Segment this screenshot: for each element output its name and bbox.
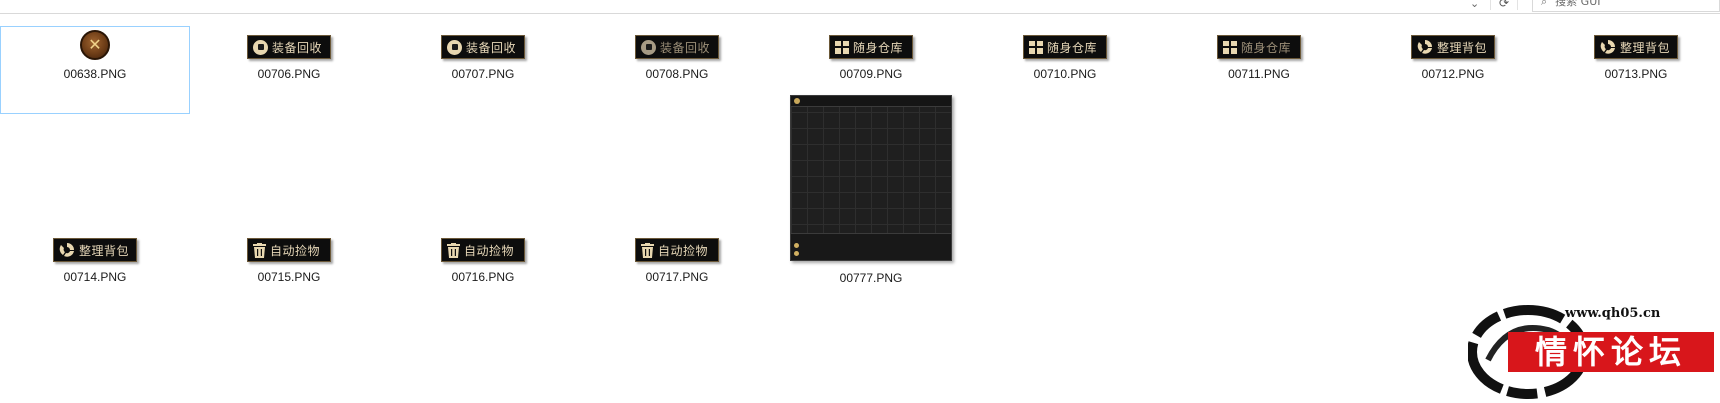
button-thumbnail: 整理背包 <box>1411 35 1495 59</box>
file-item[interactable]: 装备回收 00708.PNG <box>582 26 772 114</box>
button-thumbnail-label: 整理背包 <box>79 243 130 258</box>
button-thumbnail: 整理背包 <box>53 238 137 262</box>
square-icon <box>641 39 656 55</box>
file-name: 00706.PNG <box>257 67 321 81</box>
panel-thumbnail <box>790 95 952 261</box>
gift-icon <box>1029 40 1043 54</box>
square-icon <box>253 39 268 55</box>
search-input[interactable]: ⌕ 搜索 GUI <box>1532 0 1720 12</box>
button-thumbnail: 装备回收 <box>441 35 525 59</box>
button-thumbnail: 整理背包 <box>1594 35 1678 59</box>
trash-icon <box>447 242 460 258</box>
button-thumbnail: 装备回收 <box>247 35 331 59</box>
button-thumbnail: 随身仓库 <box>1217 35 1301 59</box>
emblem-thumbnail: ✕ <box>80 30 110 60</box>
recycle-icon <box>59 242 75 258</box>
file-item[interactable]: 整理背包 00712.PNG <box>1358 26 1548 114</box>
file-item[interactable]: 整理背包 00714.PNG <box>0 229 190 317</box>
recycle-icon <box>1600 39 1616 55</box>
file-name: 00710.PNG <box>1033 67 1097 81</box>
button-thumbnail: 自动捡物 <box>635 238 719 262</box>
file-name: 00713.PNG <box>1604 67 1668 81</box>
file-item[interactable]: 自动捡物 00715.PNG <box>194 229 384 317</box>
file-item[interactable]: 整理背包 00713.PNG <box>1552 26 1720 114</box>
file-item[interactable]: 随身仓库 00710.PNG <box>970 26 1160 114</box>
button-thumbnail-label: 随身仓库 <box>853 40 904 55</box>
coin-icon <box>794 243 799 248</box>
button-thumbnail-label: 自动捡物 <box>464 243 515 258</box>
button-thumbnail: 自动捡物 <box>247 238 331 262</box>
file-name: 00717.PNG <box>645 270 709 284</box>
button-thumbnail: 自动捡物 <box>441 238 525 262</box>
gift-icon <box>1223 40 1237 54</box>
button-thumbnail-label: 自动捡物 <box>658 243 709 258</box>
file-item[interactable]: 自动捡物 00717.PNG <box>582 229 772 317</box>
button-thumbnail: 随身仓库 <box>829 35 913 59</box>
file-name: 00715.PNG <box>257 270 321 284</box>
file-item[interactable]: 00777.PNG <box>776 90 966 290</box>
button-thumbnail-label: 整理背包 <box>1620 40 1671 55</box>
file-item[interactable]: ✕ 00638.PNG <box>0 26 190 114</box>
file-name: 00709.PNG <box>839 67 903 81</box>
button-thumbnail-label: 随身仓库 <box>1047 40 1098 55</box>
refresh-icon[interactable]: ⟳ <box>1490 0 1518 10</box>
file-name: 00716.PNG <box>451 270 515 284</box>
button-thumbnail-label: 自动捡物 <box>270 243 321 258</box>
panel-footer <box>791 233 951 260</box>
file-name: 00708.PNG <box>645 67 709 81</box>
file-name: 00707.PNG <box>451 67 515 81</box>
watermark-text: 情怀论坛 <box>1535 333 1687 371</box>
panel-logo-icon <box>794 98 800 104</box>
file-name: 00777.PNG <box>839 271 903 285</box>
file-name: 00711.PNG <box>1228 67 1290 81</box>
panel-header <box>791 96 951 107</box>
search-placeholder: 搜索 GUI <box>1555 0 1601 8</box>
search-icon: ⌕ <box>1541 0 1548 8</box>
watermark-url: www.qh05.cn <box>1565 306 1661 321</box>
coin-icon <box>794 251 799 256</box>
file-item[interactable]: 自动捡物 00716.PNG <box>388 229 578 317</box>
file-item[interactable]: 装备回收 00707.PNG <box>388 26 578 114</box>
button-thumbnail-label: 装备回收 <box>272 40 323 55</box>
address-bar-strip: ⌄ ⟳ ⌕ 搜索 GUI <box>0 0 1720 14</box>
file-name: 00638.PNG <box>63 67 127 81</box>
trash-icon <box>253 242 266 258</box>
file-item[interactable]: 随身仓库 00711.PNG <box>1164 26 1354 114</box>
file-item[interactable]: 装备回收 00706.PNG <box>194 26 384 114</box>
button-thumbnail-label: 装备回收 <box>466 40 517 55</box>
trash-icon <box>641 242 654 258</box>
gift-icon <box>835 40 849 54</box>
file-name: 00714.PNG <box>63 270 127 284</box>
file-name: 00712.PNG <box>1421 67 1485 81</box>
chevron-down-icon[interactable]: ⌄ <box>1470 0 1479 10</box>
button-thumbnail-label: 随身仓库 <box>1241 40 1292 55</box>
square-icon <box>447 39 462 55</box>
crossed-swords-icon: ✕ <box>88 35 102 54</box>
button-thumbnail: 随身仓库 <box>1023 35 1107 59</box>
button-thumbnail-label: 装备回收 <box>660 40 711 55</box>
button-thumbnail: 装备回收 <box>635 35 719 59</box>
recycle-icon <box>1417 39 1433 55</box>
button-thumbnail-label: 整理背包 <box>1437 40 1488 55</box>
